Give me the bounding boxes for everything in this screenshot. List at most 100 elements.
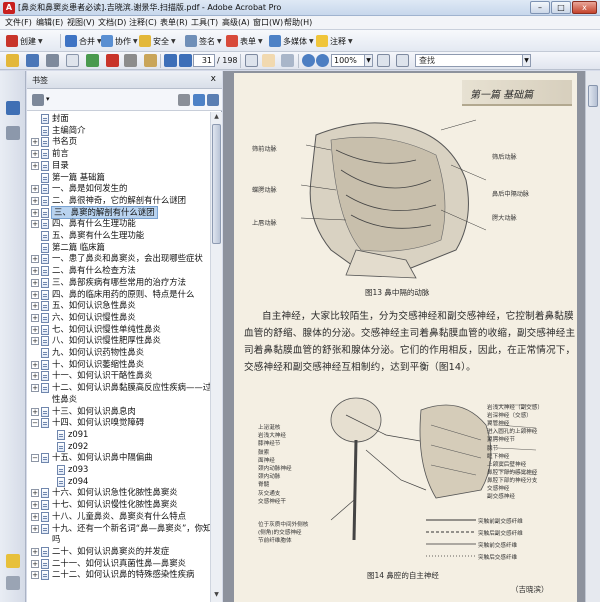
stamp-icon[interactable] [144,54,157,67]
bookmark-item[interactable]: + 六、如何认识慢性鼻炎 [27,312,210,324]
expand-icon[interactable]: + [31,384,39,393]
maximize-button[interactable]: □ [551,1,571,14]
expand-icon[interactable]: + [31,161,39,170]
attachments-paperclip-icon[interactable] [6,576,20,590]
collaborate-button[interactable]: 协作 ▼ [101,33,138,49]
multimedia-button[interactable]: 多媒体 ▼ [269,33,314,49]
bookmark-item[interactable]: + 目录 [27,160,210,172]
bookmark-item-selected[interactable]: + 三、鼻窦的解剖有什么谜团 [27,205,210,220]
bookmark-item[interactable]: z092 [27,441,210,453]
expand-icon[interactable]: + [31,267,39,276]
bookmark-item[interactable]: z091 [27,429,210,441]
bookmarks-scrollbar[interactable]: ▲ ▼ [210,112,222,602]
scroll-up-arrow[interactable]: ▲ [212,113,221,123]
expand-icon[interactable]: + [31,325,39,334]
search-dropdown[interactable]: ▼ [522,54,531,67]
close-panel-icon[interactable]: x [211,74,216,84]
bookmark-item[interactable]: + 一、鼻是如何发生的 [27,183,210,195]
bookmark-item[interactable]: + 二十一、如何认识真菌性鼻—鼻窦炎 [27,558,210,570]
bookmark-item[interactable]: 吗 [27,534,210,546]
bookmark-item[interactable]: + 前言 [27,148,210,160]
expand-icon[interactable]: + [31,489,39,498]
bookmark-item[interactable]: + 八、如何认识慢性肥厚性鼻炎 [27,335,210,347]
menu-help[interactable]: 帮助(H) [284,17,312,28]
delete-bookmark-icon[interactable] [178,94,190,106]
bookmark-item[interactable]: + 二十二、如何认识鼻的特殊感染性疾病 [27,569,210,581]
scroll-down-arrow[interactable]: ▼ [212,591,221,601]
menu-advanced[interactable]: 高级(A) [222,17,250,28]
menu-document[interactable]: 文档(D) [98,17,126,28]
open-folder-icon[interactable] [6,54,19,67]
bookmark-item[interactable]: − 十四、如何认识嗅觉障碍 [27,417,210,429]
bookmark-item[interactable]: + 二、鼻很神奇，它的解剖有什么谜团 [27,195,210,207]
document-scrollbar[interactable] [585,71,600,602]
expand-icon[interactable]: + [31,220,39,229]
attach-icon[interactable] [124,54,137,67]
upload-icon[interactable] [86,54,99,67]
pages-panel-icon[interactable] [6,126,20,140]
collapse-icon[interactable]: − [31,454,39,463]
bookmark-item[interactable]: 主编简介 [27,125,210,137]
options-dropdown[interactable]: ▾ [46,95,50,103]
expand-icon[interactable]: + [31,360,39,369]
bookmark-item[interactable]: z093 [27,464,210,476]
expand-icon[interactable]: + [31,290,39,299]
print-icon[interactable] [46,54,59,67]
select-text-icon[interactable] [245,54,258,67]
email-icon[interactable] [66,54,79,67]
expand-icon[interactable]: + [31,407,39,416]
zoom-out-icon[interactable] [302,54,315,67]
bookmark-item[interactable]: + 书名页 [27,136,210,148]
bookmark-item[interactable]: + 十七、如何认识慢性化脓性鼻窦炎 [27,499,210,511]
sign-button[interactable]: 签名 ▼ [185,33,222,49]
bookmark-item[interactable]: 五、鼻窦有什么生理功能 [27,230,210,242]
expand-icon[interactable]: + [31,278,39,287]
expand-icon[interactable]: + [31,255,39,264]
search-input[interactable]: 查找 [415,54,523,67]
combine-button[interactable]: 合并 ▼ [65,33,102,49]
zoom-dropdown[interactable]: ▼ [364,54,373,67]
document-scroll-thumb[interactable] [588,85,598,107]
comment-button[interactable]: 注释 ▼ [316,33,353,49]
menu-tools[interactable]: 工具(T) [191,17,218,28]
expand-icon[interactable]: + [31,208,39,217]
expand-icon[interactable]: + [31,547,39,556]
bookmark-item[interactable]: 第二篇 临床篇 [27,242,210,254]
scroll-thumb[interactable] [212,124,221,244]
expand-icon[interactable]: + [31,138,39,147]
bookmark-item[interactable]: + 十二、如何认识鼻黏膜高反应性疾病——过敏 [27,382,210,394]
collapse-icon[interactable]: − [31,419,39,428]
forms-button[interactable]: 表单 ▼ [226,33,263,49]
menu-file[interactable]: 文件(F) [5,17,32,28]
bookmark-item[interactable]: + 十九、还有一个新名词“鼻—鼻窦炎”，你知道 [27,523,210,535]
expand-icon[interactable]: + [31,372,39,381]
bookmark-item[interactable]: z094 [27,476,210,488]
expand-bookmark-icon[interactable] [207,94,219,106]
bookmark-item[interactable]: + 十八、儿童鼻炎、鼻窦炎有什么特点 [27,511,210,523]
expand-icon[interactable]: + [31,512,39,521]
bookmark-item[interactable]: + 十、如何认识萎缩性鼻炎 [27,359,210,371]
bookmark-item[interactable]: 九、如何认识药物性鼻炎 [27,347,210,359]
acrobat-app-icon[interactable]: A [3,2,15,14]
bookmark-item[interactable]: 封面 [27,113,210,125]
bookmark-item[interactable]: + 七、如何认识慢性单纯性鼻炎 [27,324,210,336]
bookmark-item[interactable]: + 二、鼻有什么检查方法 [27,265,210,277]
expand-icon[interactable]: + [31,501,39,510]
comments-panel-icon[interactable] [6,554,20,568]
bookmark-item[interactable]: 第一篇 基础篇 [27,172,210,184]
document-icon[interactable] [106,54,119,67]
menu-window[interactable]: 窗口(W) [253,17,283,28]
expand-icon[interactable]: + [31,337,39,346]
bookmark-item[interactable]: + 二十、如何认识鼻窦炎的并发症 [27,546,210,558]
zoom-in-icon[interactable] [316,54,329,67]
create-button[interactable]: 创建 ▼ [6,33,43,49]
expand-icon[interactable]: + [31,196,39,205]
bookmark-item[interactable]: + 五、如何认识急性鼻炎 [27,300,210,312]
expand-icon[interactable]: + [31,313,39,322]
expand-icon[interactable]: + [31,302,39,311]
bookmark-item[interactable]: + 四、鼻有什么生理功能 [27,218,210,230]
bookmark-item[interactable]: + 一、患了鼻炎和鼻窦炎，会出现哪些症状 [27,253,210,265]
menu-comments[interactable]: 注释(C) [129,17,157,28]
bookmark-item[interactable]: + 十一、如何认识干酪性鼻炎 [27,370,210,382]
bookmark-item[interactable]: + 十六、如何认识急性化脓性鼻窦炎 [27,487,210,499]
